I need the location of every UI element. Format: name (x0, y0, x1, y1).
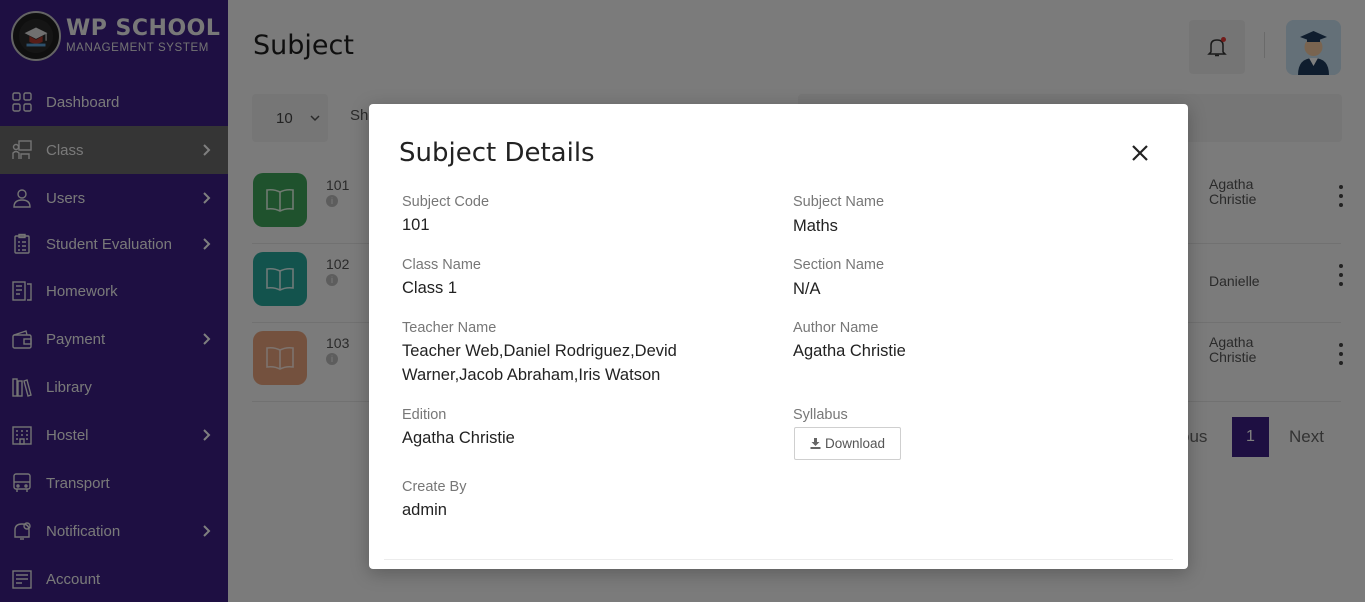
author-name-value: Agatha Christie (793, 342, 906, 360)
teacher-name-line-2: Warner,Jacob Abraham,Iris Watson (402, 366, 661, 384)
subject-name-label: Subject Name (793, 194, 885, 210)
section-name-label: Section Name (793, 257, 885, 273)
teacher-name-value: Teacher Web,Daniel Rodriguez,Devid Warne… (402, 339, 677, 387)
class-name-label: Class Name (402, 257, 481, 273)
modal-title: Subject Details (399, 138, 595, 168)
create-by-value: admin (402, 501, 447, 519)
syllabus-label: Syllabus (793, 407, 848, 423)
subject-details-modal: Subject Details Subject Code 101 Subject… (369, 104, 1188, 569)
download-icon (810, 438, 821, 449)
subject-name-value: Maths (793, 217, 838, 235)
class-name-value: Class 1 (402, 279, 458, 297)
close-icon[interactable] (1129, 142, 1151, 164)
subject-code-label: Subject Code (402, 194, 490, 210)
author-name-label: Author Name (793, 320, 879, 336)
divider (384, 559, 1173, 560)
teacher-name-line-1: Teacher Web,Daniel Rodriguez,Devid (402, 342, 677, 360)
teacher-name-label: Teacher Name (402, 320, 497, 336)
section-name-value: N/A (793, 280, 821, 298)
edition-value: Agatha Christie (402, 429, 515, 447)
edition-label: Edition (402, 407, 447, 423)
create-by-label: Create By (402, 479, 467, 495)
download-label: Download (824, 436, 886, 451)
download-button[interactable]: Download (794, 427, 901, 460)
subject-code-value: 101 (402, 216, 430, 234)
